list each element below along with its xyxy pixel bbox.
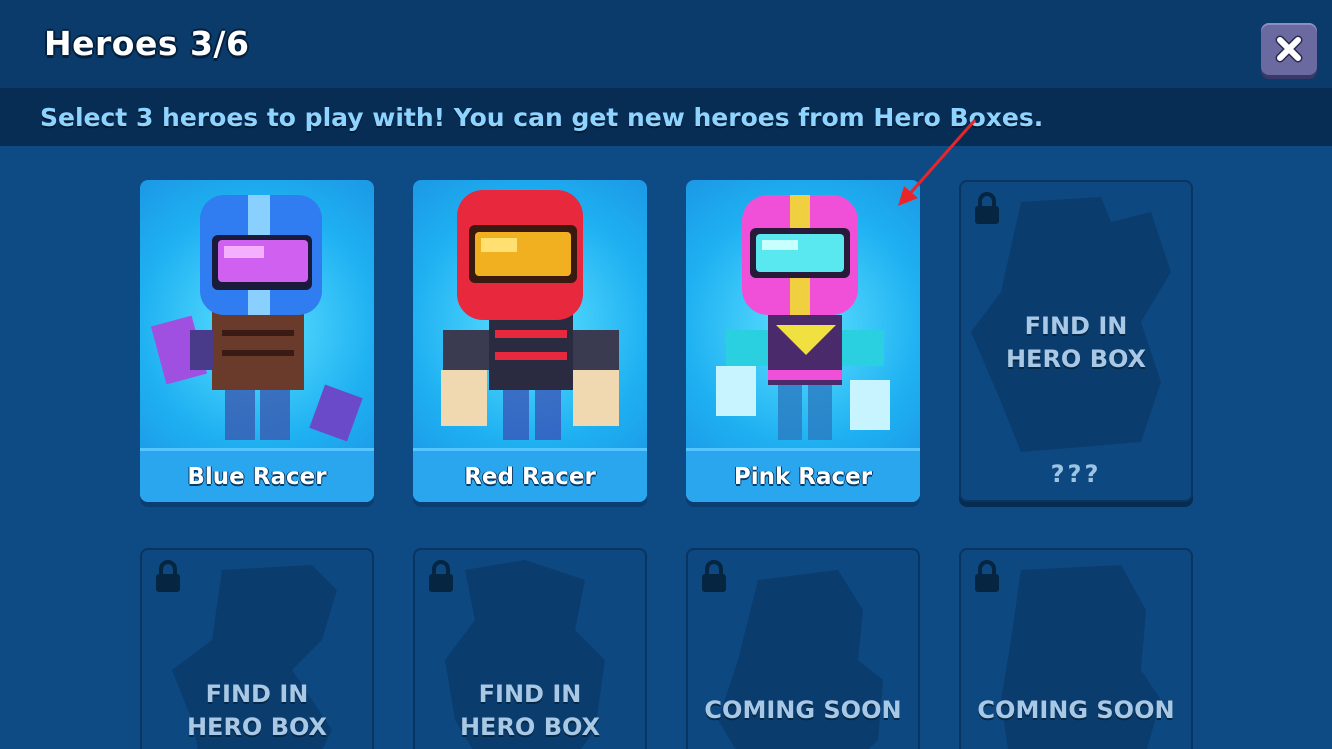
red-racer-portrait [441, 190, 619, 440]
lock-icon [702, 560, 726, 592]
locked-hint-line: COMING SOON [977, 696, 1175, 724]
lock-icon [156, 560, 180, 592]
pink-racer-portrait [716, 195, 890, 440]
hero-name-band: Pink Racer [686, 448, 920, 502]
hero-name: Red Racer [464, 463, 596, 490]
lock-icon [975, 192, 999, 224]
hero-name: Pink Racer [733, 463, 873, 490]
locked-hint-line: COMING SOON [704, 696, 902, 724]
blue-racer-portrait [150, 195, 363, 442]
locked-hint-line: FIND IN [478, 680, 582, 708]
hero-card-locked[interactable]: FIND IN HERO BOX [413, 548, 647, 749]
hero-card-pink-racer[interactable]: Pink Racer [686, 180, 920, 502]
hero-name: Blue Racer [187, 463, 327, 490]
hero-card-red-racer[interactable]: Red Racer [413, 180, 647, 502]
locked-hint: FIND IN HERO BOX [415, 678, 645, 744]
hero-card-locked[interactable]: FIND IN HERO BOX ??? [959, 180, 1193, 502]
lock-icon [429, 560, 453, 592]
locked-hint-line: HERO BOX [186, 713, 328, 741]
locked-hint-line: HERO BOX [459, 713, 601, 741]
close-button[interactable] [1261, 23, 1317, 75]
instructions-text: Select 3 heroes to play with! You can ge… [40, 103, 1044, 132]
hero-name-band: Blue Racer [140, 448, 374, 502]
locked-hint: FIND IN HERO BOX [142, 678, 372, 744]
hero-card-locked[interactable]: FIND IN HERO BOX [140, 548, 374, 749]
hero-card-blue-racer[interactable]: Blue Racer [140, 180, 374, 502]
lock-icon [975, 560, 999, 592]
hero-name-band: Red Racer [413, 448, 647, 502]
hero-card-locked[interactable]: COMING SOON [686, 548, 920, 749]
locked-hint-line: HERO BOX [1005, 345, 1147, 373]
locked-hint: COMING SOON [688, 694, 918, 727]
hero-card-locked[interactable]: COMING SOON [959, 548, 1193, 749]
locked-hint-line: FIND IN [205, 680, 309, 708]
close-icon [1275, 35, 1303, 63]
locked-hero-name: ??? [1050, 460, 1102, 488]
locked-hint: COMING SOON [961, 694, 1191, 727]
page-title: Heroes 3/6 [44, 24, 250, 63]
locked-hint-line: FIND IN [1024, 312, 1128, 340]
locked-hint: FIND IN HERO BOX [961, 310, 1191, 376]
